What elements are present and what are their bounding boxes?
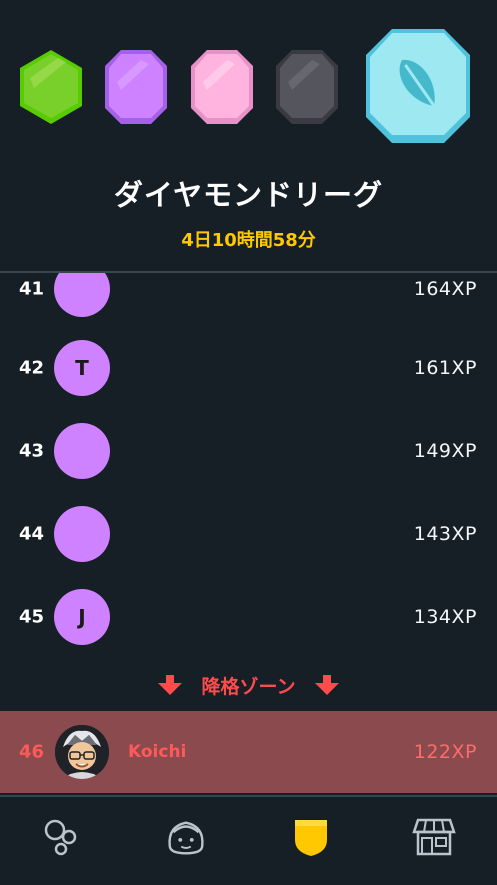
- avatar[interactable]: [55, 725, 109, 779]
- avatar[interactable]: J: [54, 588, 110, 645]
- pearl-league-badge-icon: [191, 50, 253, 124]
- emerald-league-badge-icon: [20, 50, 82, 124]
- tab-characters[interactable]: [164, 815, 208, 859]
- user-avatar-icon: [55, 725, 109, 779]
- time-remaining: 4日10時間58分: [181, 230, 316, 251]
- leaderboard-row[interactable]: 42 T 161XP: [0, 326, 497, 409]
- league-badges: [0, 0, 497, 160]
- tab-shop[interactable]: [412, 815, 456, 859]
- leaderboard-row[interactable]: 44 143XP: [0, 492, 497, 575]
- tab-learn[interactable]: [40, 815, 84, 859]
- xp-value: 134XP: [413, 605, 477, 628]
- league-title: ダイヤモンドリーグ: [113, 178, 384, 212]
- xp-value: 164XP: [413, 277, 477, 300]
- avatar[interactable]: [54, 505, 110, 562]
- xp-value: 143XP: [413, 522, 477, 545]
- arrow-down-icon: [158, 675, 183, 695]
- user-name: Koichi: [128, 742, 187, 762]
- rank-number: 45: [19, 606, 45, 627]
- arrow-down-icon: [314, 675, 339, 695]
- rank-number: 41: [19, 278, 45, 299]
- leaderboard-row[interactable]: 41 164XP: [0, 273, 497, 330]
- bottom-tab-bar: [0, 795, 497, 885]
- xp-value: 149XP: [413, 439, 477, 462]
- demotion-zone-label: 降格ゾーン: [0, 668, 497, 702]
- leaderboard-row[interactable]: 43 149XP: [0, 409, 497, 492]
- characters-icon: [168, 821, 204, 855]
- tab-leagues[interactable]: [289, 815, 333, 859]
- rank-number: 46: [19, 741, 45, 763]
- rank-number: 42: [19, 357, 45, 378]
- obsidian-league-badge-icon: [276, 50, 338, 124]
- demotion-zone-text: 降格ゾーン: [201, 675, 296, 698]
- xp-value: 161XP: [413, 356, 477, 379]
- leaderboard-list[interactable]: 41 164XP 42 T 161XP 43 149XP 44 143XP 45…: [0, 273, 497, 710]
- avatar[interactable]: [54, 273, 110, 317]
- diamond-league-badge-icon: [366, 29, 470, 143]
- circles-icon: [44, 819, 77, 856]
- amethyst-league-badge-icon: [105, 50, 167, 124]
- xp-value: 122XP: [413, 741, 477, 763]
- avatar[interactable]: T: [54, 339, 110, 396]
- avatar[interactable]: [54, 422, 110, 479]
- leaderboard-row[interactable]: 45 J 134XP: [0, 575, 497, 658]
- current-user-row[interactable]: 46 Koichi 122XP: [0, 711, 497, 793]
- shop-icon: [412, 818, 456, 856]
- rank-number: 44: [19, 523, 45, 544]
- rank-number: 43: [19, 440, 45, 461]
- league-shield-icon: [295, 820, 327, 856]
